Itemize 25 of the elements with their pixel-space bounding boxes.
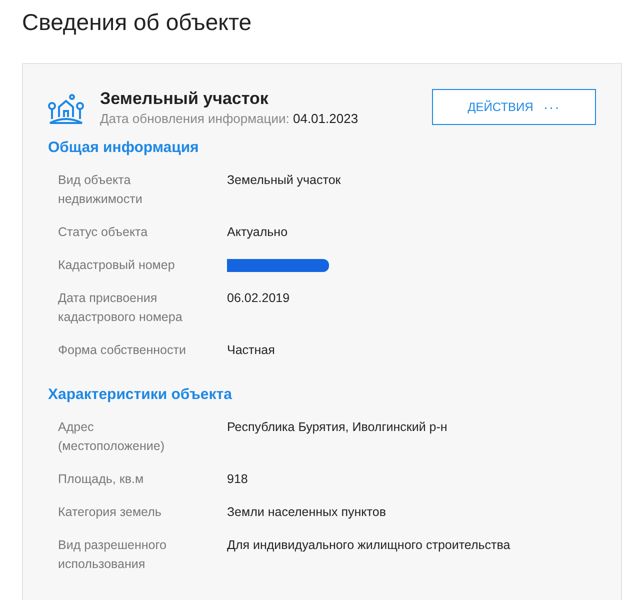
field-label: Вид объекта недвижимости bbox=[58, 172, 144, 208]
field-label: Вид разрешенного использования bbox=[58, 537, 168, 573]
field-label: Площадь, кв.м bbox=[58, 471, 145, 488]
field-value: Актуально bbox=[227, 224, 288, 241]
field-label: Адрес (местоположение) bbox=[58, 419, 166, 455]
field-value: Земли населенных пунктов bbox=[227, 504, 386, 521]
field-label: Кадастровый номер bbox=[58, 257, 176, 274]
field-label: Категория земель bbox=[58, 504, 162, 521]
field-value: Частная bbox=[227, 342, 275, 359]
object-title: Земельный участок bbox=[100, 89, 270, 109]
field-label: Статус объекта bbox=[58, 224, 149, 241]
field-value: 06.02.2019 bbox=[227, 290, 290, 307]
section-heading: Общая информация bbox=[48, 138, 200, 158]
field-label: Форма собственности bbox=[58, 342, 187, 359]
field-value: 918 bbox=[227, 471, 248, 488]
field-value: Для индивидуального жилищного строительства bbox=[227, 537, 510, 554]
field-label: Дата присвоения кадастрового номера bbox=[58, 290, 184, 326]
update-label: Дата обновления информации: bbox=[100, 111, 290, 126]
house-with-trees-icon bbox=[48, 93, 84, 125]
page-title: Сведения об объекте bbox=[22, 8, 253, 36]
section-heading: Характеристики объекта bbox=[48, 385, 233, 405]
update-date: 04.01.2023 bbox=[292, 111, 358, 126]
actions-button[interactable]: ДЕЙСТВИЯ ··· bbox=[432, 89, 596, 125]
field-value: Земельный участок bbox=[227, 172, 341, 189]
field-value: Республика Бурятия, Иволгинский р-н bbox=[227, 419, 448, 436]
